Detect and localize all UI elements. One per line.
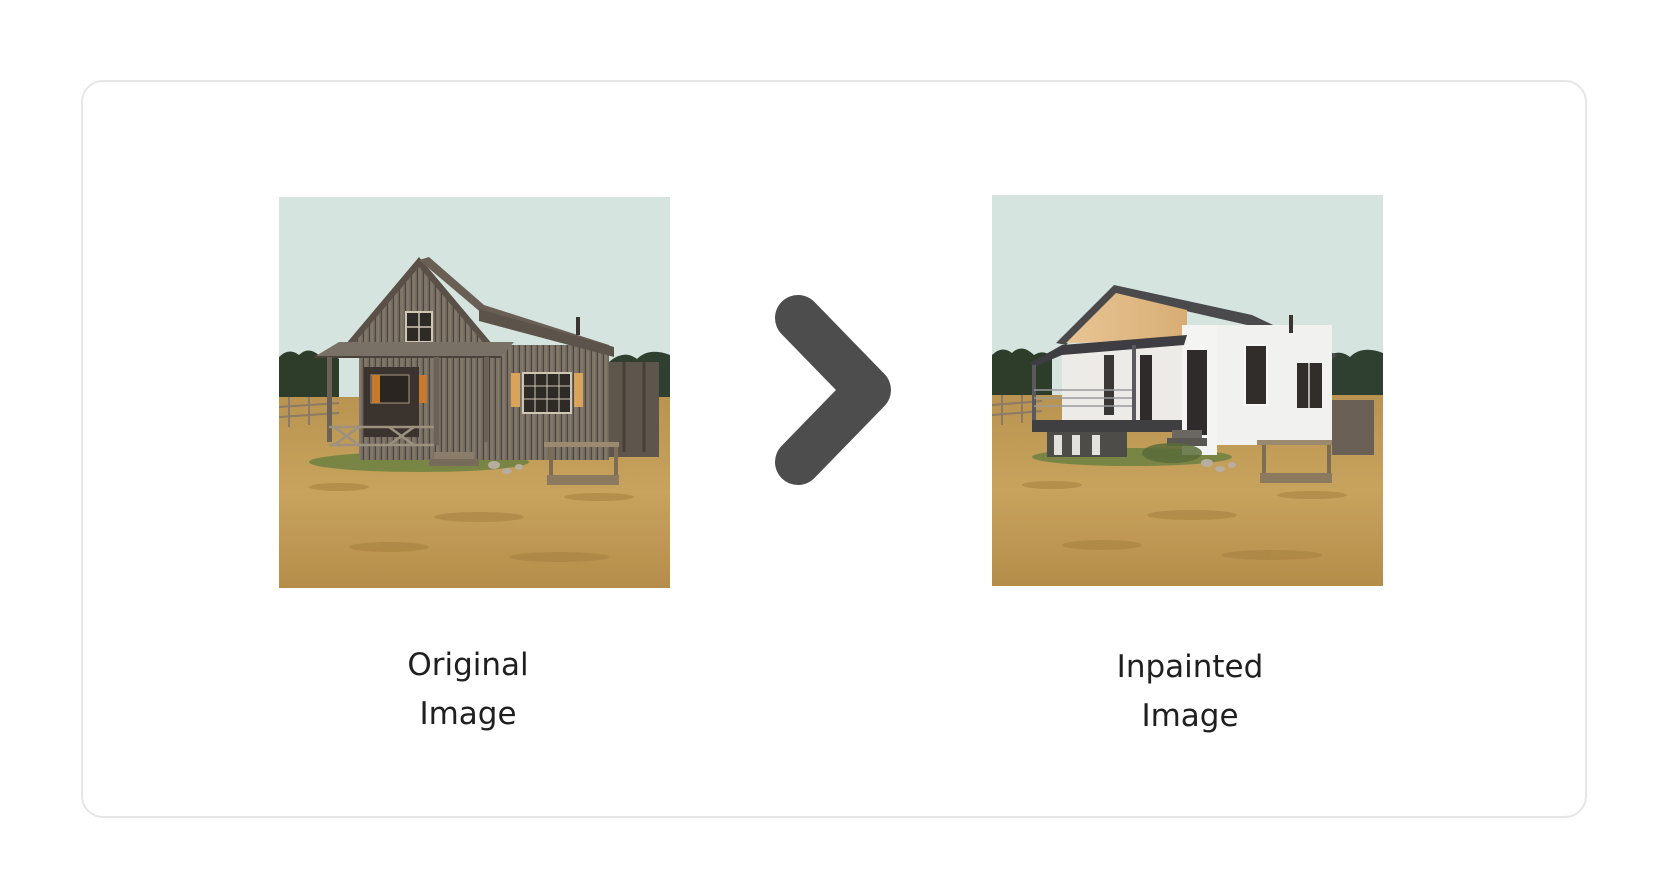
caption-line: Image	[419, 696, 517, 732]
inpainted-image	[992, 195, 1383, 586]
chevron-right-icon	[775, 295, 891, 485]
caption-line: Image	[1141, 698, 1239, 734]
original-image	[279, 197, 670, 588]
caption-line: Original	[407, 647, 529, 683]
caption-line: Inpainted	[1116, 649, 1264, 685]
inpainted-image-caption: Inpainted Image	[1040, 643, 1340, 741]
original-image-caption: Original Image	[318, 641, 618, 739]
